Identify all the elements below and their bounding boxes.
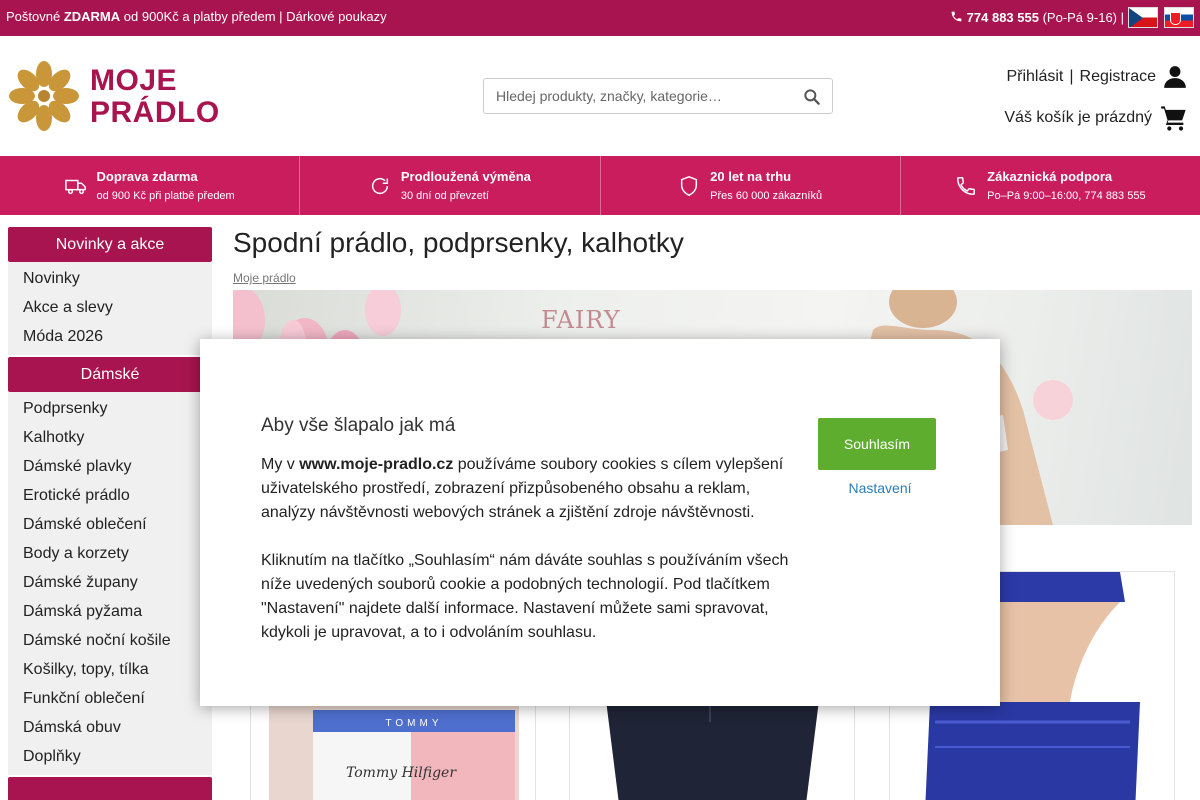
user-icon[interactable] bbox=[1162, 64, 1188, 90]
contact-info[interactable]: 774 883 555 (Po-Pá 9-16) | bbox=[950, 10, 1124, 25]
support-hours: (Po-Pá 9-16) | bbox=[1038, 10, 1124, 25]
sidebar-item[interactable]: Dámská obuv bbox=[8, 713, 212, 742]
cookie-site-name: www.moje-pradlo.cz bbox=[299, 456, 454, 473]
sidebar-list-novinky: Novinky Akce a slevy Móda 2026 bbox=[8, 262, 212, 355]
logo-text: MOJE PRÁDLO bbox=[90, 65, 220, 129]
flag-cz-icon[interactable] bbox=[1128, 7, 1158, 28]
promo-suffix: od 900Kč a platby předem | Dárkové pouka… bbox=[120, 9, 387, 24]
sidebar-item[interactable]: Dámské plavky bbox=[8, 452, 212, 481]
sidebar-item[interactable]: Kalhotky bbox=[8, 423, 212, 452]
sidebar-heading-damske[interactable]: Dámské bbox=[8, 357, 212, 392]
benefit-title: 20 let na trhu bbox=[710, 169, 792, 184]
search-input[interactable] bbox=[484, 79, 784, 113]
benefit-years[interactable]: 20 let na trhu Přes 60 000 zákazníků bbox=[601, 156, 901, 215]
sidebar-item[interactable]: Dámské župany bbox=[8, 568, 212, 597]
cookie-consent-dialog: Aby vše šlapalo jak má My v www.moje-pra… bbox=[200, 339, 1000, 706]
category-sidebar: Novinky a akce Novinky Akce a slevy Móda… bbox=[8, 227, 212, 800]
agree-button[interactable]: Souhlasím bbox=[818, 418, 936, 470]
site-logo[interactable]: MOJE PRÁDLO bbox=[8, 60, 228, 132]
benefit-subtitle: 30 dní od převzetí bbox=[400, 190, 489, 202]
site-header: MOJE PRÁDLO Přihlásit | Registrace Váš k… bbox=[0, 36, 1200, 156]
shipping-promo[interactable]: Poštovné ZDARMA od 900Kč a platby předem… bbox=[6, 9, 387, 24]
sidebar-item[interactable]: Novinky bbox=[8, 264, 212, 293]
benefit-exchange[interactable]: Prodloužená výměna 30 dní od převzetí bbox=[300, 156, 601, 215]
register-link[interactable]: Registrace bbox=[1080, 68, 1156, 86]
benefit-title: Zákaznická podpora bbox=[987, 169, 1113, 184]
account-links: Přihlásit | Registrace bbox=[1006, 64, 1188, 90]
promo-bold: ZDARMA bbox=[63, 9, 121, 24]
flag-sk-icon[interactable] bbox=[1164, 7, 1194, 28]
banner-brand: FAIRY bbox=[541, 306, 621, 334]
account-separator: | bbox=[1069, 68, 1074, 85]
flower-logo-icon bbox=[9, 61, 79, 131]
benefit-subtitle: od 900 Kč při platbě předem bbox=[96, 190, 235, 202]
refresh-icon bbox=[371, 177, 388, 194]
sidebar-item[interactable]: Erotické prádlo bbox=[8, 481, 212, 510]
sidebar-item[interactable]: Funkční oblečení bbox=[8, 684, 212, 713]
sidebar-item[interactable]: Akce a slevy bbox=[8, 293, 212, 322]
main-content: Spodní prádlo, podprsenky, kalhotky Moje… bbox=[233, 227, 1193, 525]
sidebar-item[interactable]: Dámské oblečení bbox=[8, 510, 212, 539]
page-title: Spodní prádlo, podprsenky, kalhotky bbox=[233, 227, 684, 258]
sidebar-item[interactable]: Móda 2026 bbox=[8, 322, 212, 351]
sidebar-item[interactable]: Košilky, topy, tílka bbox=[8, 655, 212, 684]
benefits-bar: Doprava zdarma od 900 Kč při platbě před… bbox=[0, 156, 1200, 215]
cart-button[interactable]: Váš košík je prázdný bbox=[1004, 104, 1188, 132]
product-brand-script: Tommy Hilfiger bbox=[346, 765, 457, 781]
top-bar: Poštovné ZDARMA od 900Kč a platby předem… bbox=[0, 0, 1200, 36]
truck-icon bbox=[64, 179, 86, 194]
sidebar-item[interactable]: Body a korzety bbox=[8, 539, 212, 568]
phone-icon bbox=[951, 11, 962, 22]
promo-prefix: Poštovné bbox=[6, 9, 64, 24]
phone-number: 774 883 555 bbox=[966, 10, 1039, 25]
sidebar-item[interactable]: Dámská pyžama bbox=[8, 597, 212, 626]
benefit-title: Doprava zdarma bbox=[96, 169, 198, 184]
sidebar-item[interactable]: Dámské noční košile bbox=[8, 626, 212, 655]
settings-link[interactable]: Nastavení bbox=[818, 480, 942, 496]
sidebar-heading-next[interactable] bbox=[8, 777, 212, 800]
cookie-paragraph-1: My v www.moje-pradlo.cz používáme soubor… bbox=[261, 453, 801, 525]
search-icon[interactable] bbox=[802, 87, 822, 107]
login-link[interactable]: Přihlásit bbox=[1006, 68, 1063, 86]
cookie-paragraph-2: Kliknutím na tlačítko „Souhlasím“ nám dá… bbox=[261, 552, 789, 641]
sidebar-item[interactable]: Podprsenky bbox=[8, 394, 212, 423]
sidebar-list-damske: Podprsenky Kalhotky Dámské plavky Erotic… bbox=[8, 392, 212, 775]
shield-icon bbox=[681, 175, 698, 196]
sidebar-heading-novinky[interactable]: Novinky a akce bbox=[8, 227, 212, 262]
cart-icon bbox=[1161, 106, 1186, 131]
sidebar-item[interactable]: Doplňky bbox=[8, 742, 212, 771]
benefit-title: Prodloužená výměna bbox=[400, 169, 531, 184]
product-brand-label: TOMMY bbox=[385, 718, 442, 729]
cookie-p1-prefix: My v bbox=[261, 456, 300, 473]
logo-line-2: PRÁDLO bbox=[90, 96, 220, 129]
cookie-title: Aby vše šlapalo jak má bbox=[261, 415, 456, 436]
logo-line-1: MOJE bbox=[90, 64, 178, 97]
cart-status: Váš košík je prázdný bbox=[1004, 109, 1152, 126]
cookie-text: My v www.moje-pradlo.cz používáme soubor… bbox=[261, 453, 801, 645]
benefit-shipping[interactable]: Doprava zdarma od 900 Kč při platbě před… bbox=[0, 156, 301, 215]
benefit-subtitle: Po–Pá 9:00–16:00, 774 883 555 bbox=[987, 190, 1146, 202]
phone-icon bbox=[957, 176, 976, 195]
benefit-subtitle: Přes 60 000 zákazníků bbox=[710, 190, 823, 202]
breadcrumb[interactable]: Moje prádlo bbox=[233, 271, 1193, 285]
benefit-support[interactable]: Zákaznická podpora Po–Pá 9:00–16:00, 774… bbox=[901, 156, 1200, 215]
search-box bbox=[483, 78, 833, 114]
